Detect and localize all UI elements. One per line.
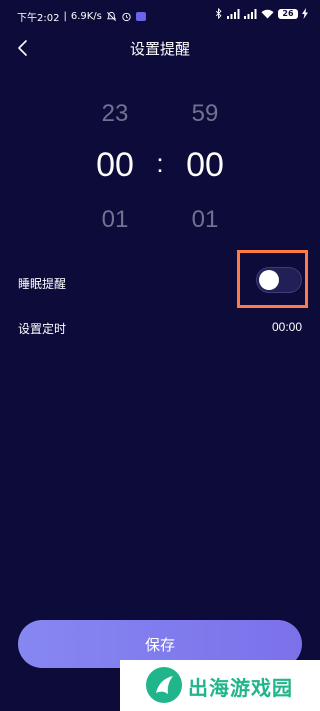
watermark-logo-icon: [146, 667, 182, 703]
status-left: 下午2:02 | 6.9K/s: [17, 9, 146, 24]
charging-icon: [302, 8, 308, 19]
signal-icon: [227, 8, 240, 19]
status-time: 下午2:02: [17, 13, 60, 24]
status-bar: 下午2:02 | 6.9K/s 26: [0, 0, 320, 30]
minute-prev[interactable]: 59: [175, 100, 235, 128]
alarm-icon: [121, 11, 132, 22]
chat-icon: [135, 12, 146, 21]
time-separator: :: [156, 148, 164, 178]
watermark: 出海游戏园: [120, 660, 320, 711]
minute-selected[interactable]: 00: [175, 146, 235, 185]
wifi-icon: [261, 9, 274, 19]
battery-icon: 26: [278, 8, 298, 19]
page-title: 设置提醒: [129, 40, 190, 58]
set-timer-label: 设置定时: [18, 322, 67, 336]
hour-selected[interactable]: 00: [85, 146, 145, 185]
toggle-knob: [259, 270, 279, 290]
status-right: 26: [215, 8, 308, 19]
status-divider: |: [63, 11, 67, 22]
hour-next[interactable]: 01: [85, 206, 145, 234]
header: 设置提醒: [0, 30, 320, 66]
sleep-reminder-toggle[interactable]: [256, 267, 302, 293]
mute-icon: [106, 11, 117, 22]
hour-prev[interactable]: 23: [85, 100, 145, 128]
network-speed: 6.9K/s: [70, 11, 102, 22]
minute-next[interactable]: 01: [175, 206, 235, 234]
signal-icon: [244, 8, 257, 19]
watermark-text: 出海游戏园: [188, 676, 293, 700]
bluetooth-icon: [215, 8, 223, 19]
sleep-reminder-label: 睡眠提醒: [18, 277, 67, 291]
set-timer-value[interactable]: 00:00: [272, 320, 302, 334]
battery-level: 26: [282, 9, 294, 18]
